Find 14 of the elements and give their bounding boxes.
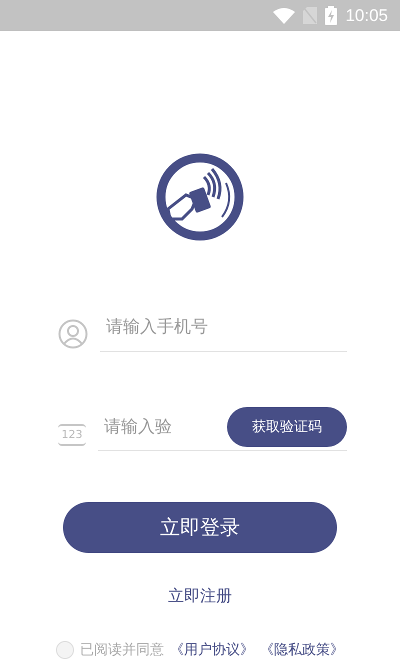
logo-icon	[156, 153, 244, 241]
user-icon	[58, 318, 88, 348]
status-time: 10:05	[345, 6, 388, 26]
phone-input-field[interactable]: 请输入手机号	[100, 317, 336, 337]
agree-text: 已阅读并同意	[80, 641, 164, 659]
agreement-link[interactable]: 《隐私政策》	[260, 641, 344, 659]
battery-charging-icon	[325, 6, 338, 25]
register-link[interactable]: 立即注册	[168, 586, 232, 607]
agreement-link[interactable]: 《用户协议》	[170, 641, 254, 659]
wifi-icon	[273, 8, 296, 24]
login-button[interactable]: 立即登录	[63, 502, 337, 553]
get-code-button[interactable]: 获取验证码	[227, 407, 347, 447]
code-input-field[interactable]: 请输入验	[98, 417, 194, 437]
agree-radio[interactable]	[56, 641, 74, 659]
